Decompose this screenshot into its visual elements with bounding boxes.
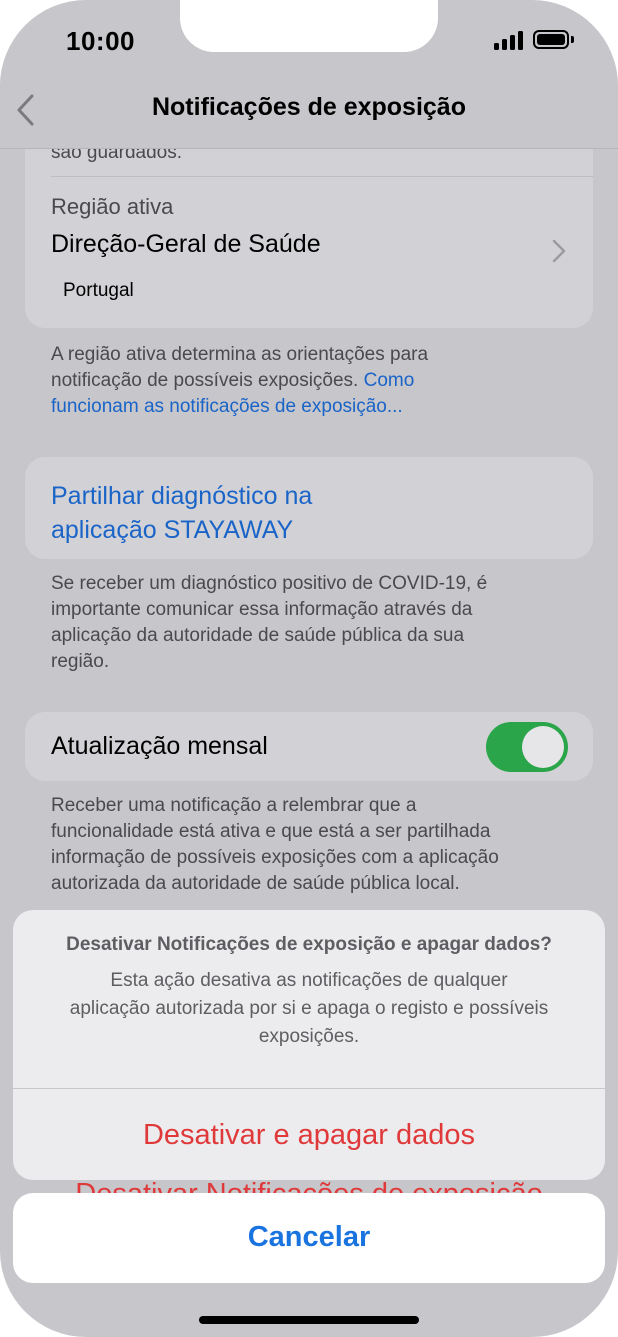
disable-and-delete-button[interactable]: Desativar e apagar dados (13, 1089, 605, 1180)
action-sheet-title: Desativar Notificações de exposição e ap… (66, 934, 552, 955)
region-authority: Direção-Geral de Saúde (51, 230, 321, 258)
monthly-footer: Receber uma notificação a relembrar que … (51, 795, 499, 894)
region-footer-line2: notificação de possíveis exposições. Com… (51, 370, 415, 391)
region-footer-line1: A região ativa determina as orientações … (51, 344, 429, 365)
action-sheet: Desativar Notificações de exposição e ap… (13, 910, 605, 1180)
share-diagnosis-label: Partilhar diagnóstico na aplicação STAYA… (51, 482, 313, 544)
phone-screen: são guardados. Região ativa Direção-Gera… (0, 0, 618, 1337)
toggle-knob (522, 726, 564, 768)
region-country: Portugal (63, 280, 134, 301)
cancel-button[interactable]: Cancelar (13, 1193, 605, 1283)
share-footer: Se receber um diagnóstico positivo de CO… (51, 573, 488, 672)
how-it-works-link[interactable]: Como (364, 370, 415, 391)
how-it-works-link-cont[interactable]: funcionam as notificações de exposição..… (51, 394, 571, 420)
region-label: Região ativa (51, 194, 174, 219)
region-row[interactable]: Região ativa Direção-Geral de Saúde Port… (25, 177, 593, 327)
region-footer: A região ativa determina as orientações … (51, 342, 571, 420)
monthly-update-label: Atualização mensal (51, 732, 268, 760)
home-indicator[interactable] (199, 1316, 419, 1324)
chevron-right-icon (552, 239, 566, 263)
monthly-update-toggle[interactable] (486, 722, 568, 772)
action-sheet-message: Esta ação desativa as notificações de qu… (69, 970, 549, 1047)
page-title: Notificações de exposição (151, 93, 466, 121)
share-diagnosis-button[interactable]: Partilhar diagnóstico na aplicação STAYA… (25, 457, 593, 559)
